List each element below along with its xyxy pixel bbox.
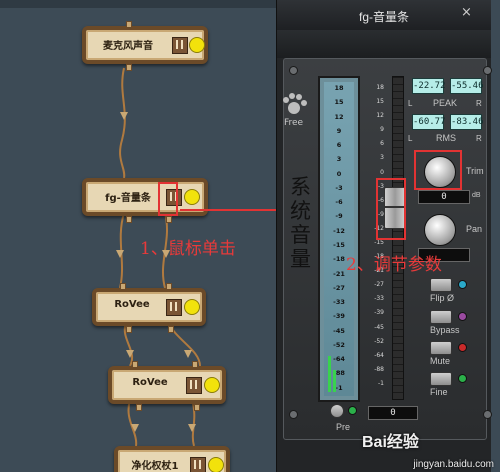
peak-left-display: -22.72 <box>412 78 446 94</box>
meter-tick-label: -3 <box>335 183 343 192</box>
screw-icon <box>483 66 492 75</box>
fader-tick-label: -15 <box>374 239 384 246</box>
bypass-led <box>458 312 467 321</box>
fader-tick-label: 3 <box>380 154 384 162</box>
meter-tick-label: 12 <box>334 112 344 121</box>
fader-tick-label: -88 <box>374 365 384 373</box>
pre-button[interactable] <box>330 404 344 418</box>
fader-highlight-box <box>376 178 406 240</box>
meter-tick-label: -27 <box>333 283 345 292</box>
plugin-titlebar[interactable]: fg-音量条 × <box>277 0 491 30</box>
peak-l-label: L <box>408 99 413 108</box>
close-icon[interactable]: × <box>461 5 472 20</box>
pan-knob[interactable] <box>424 214 456 246</box>
meter-face: 18 15 12 9 6 3 0 -3 -6 -9 -12 -15 -18 -21 -27 -33 -39 -45… <box>324 82 354 396</box>
mute-button[interactable] <box>430 341 452 355</box>
rms-l-label: L <box>408 134 413 143</box>
fader-tick-label: 15 <box>376 98 384 106</box>
fine-button[interactable] <box>430 372 452 386</box>
fader-value-display[interactable]: 0 <box>368 406 418 420</box>
peak-r-label: R <box>476 99 482 108</box>
window-title: fg-音量条 <box>358 10 409 24</box>
meter-tick-label: -52 <box>333 340 345 349</box>
fine-label: Fine <box>430 387 448 397</box>
annotation-step2: 2、调节参数 <box>346 255 442 275</box>
trim-highlight-box <box>414 150 462 190</box>
bypass-button[interactable] <box>430 310 452 324</box>
meter-tick-label: 3 <box>336 155 342 164</box>
screw-icon <box>289 66 298 75</box>
pre-label: Pre <box>336 422 351 432</box>
plugin-header-band <box>277 30 491 58</box>
watermark-brand: Bai经验 <box>362 434 419 451</box>
fader-tick-label: -64 <box>374 351 384 359</box>
fader-tick-label: 18 <box>376 84 384 91</box>
meter-tick-label: -33 <box>333 298 345 307</box>
meter-tick-label: 15 <box>334 98 344 107</box>
trim-value-display[interactable]: 0 <box>418 190 470 204</box>
rms-label: RMS <box>436 133 456 143</box>
trim-unit-label: dB <box>472 192 481 199</box>
meter-tick-label: -45 <box>333 326 345 335</box>
logo-text: Free <box>284 118 304 128</box>
peak-label: PEAK <box>433 98 458 108</box>
bypass-label: Bypass <box>430 325 460 335</box>
rms-left-display: -60.77 <box>412 114 446 130</box>
peak-right-display: -55.46 <box>450 78 484 94</box>
fader-tick-label: 9 <box>380 126 384 134</box>
meter-tick-label: 0 <box>336 169 342 178</box>
annotation-system-volume: 系统音量 <box>290 175 311 271</box>
watermark-url: jingyan.baidu.com <box>413 459 494 470</box>
flip-phase-led <box>458 280 467 289</box>
rms-right-display: -83.46 <box>450 114 484 130</box>
pan-label: Pan <box>466 224 483 234</box>
meter-tick-label: -6 <box>335 198 343 207</box>
meter-tick-label: -39 <box>333 312 345 321</box>
meter-tick-label: -12 <box>333 226 345 235</box>
level-meter: 18 15 12 9 6 3 0 -3 -6 -9 -12 -15 -18 -21 -27 -33 -39 -45… <box>318 76 360 402</box>
mute-led <box>458 343 467 352</box>
paw-logo-icon <box>283 93 307 114</box>
flip-phase-label: Flip Ø <box>430 293 455 303</box>
meter-level-bar-left <box>328 356 331 392</box>
rms-r-label: R <box>476 134 482 143</box>
pre-led <box>348 406 357 415</box>
fader-tick-label: 12 <box>376 112 384 120</box>
fader-tick-label: -1 <box>378 379 384 387</box>
fader-tick-label: -33 <box>374 295 384 303</box>
meter-tick-label: 9 <box>336 126 342 135</box>
fader-tick-label: 0 <box>380 168 384 176</box>
fader-tick-label: 6 <box>380 140 384 148</box>
mute-label: Mute <box>430 356 451 366</box>
meter-tick-label: -15 <box>333 241 345 249</box>
flip-phase-button[interactable] <box>430 278 452 292</box>
fader-tick-label: -52 <box>374 337 384 345</box>
fine-led <box>458 374 467 383</box>
meter-tick-label: -9 <box>335 212 343 221</box>
trim-label: Trim <box>466 166 484 176</box>
fader-tick-label: -39 <box>374 309 384 317</box>
fader-tick-label: -27 <box>374 281 384 289</box>
meter-tick-label: 18 <box>334 84 344 92</box>
meter-level-bar-right <box>333 370 336 392</box>
screw-icon <box>289 410 298 419</box>
meter-tick-label: 6 <box>336 141 342 150</box>
screw-icon <box>483 410 492 419</box>
fader-tick-label: -45 <box>374 323 384 331</box>
